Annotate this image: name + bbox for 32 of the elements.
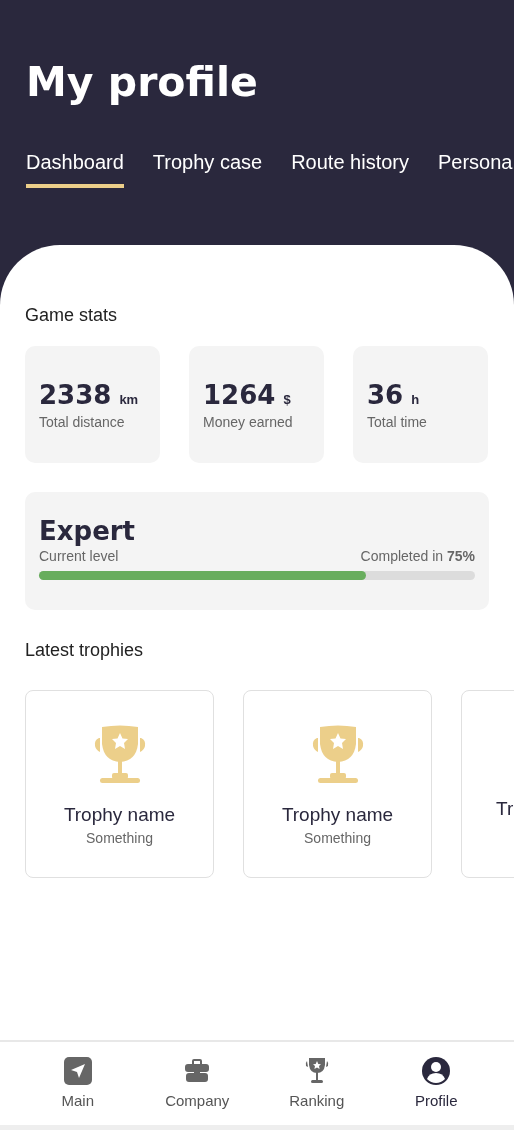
user-avatar-icon — [421, 1056, 452, 1086]
tab[interactable]: Dashboard — [26, 151, 124, 188]
nav-item[interactable]: Ranking — [271, 1042, 362, 1125]
trophy-subtitle: Something — [86, 830, 153, 846]
trophy-subtitle: Something — [304, 830, 371, 846]
stat-value: 2338 — [39, 380, 112, 410]
stat-label: Total time — [367, 414, 427, 430]
trophy-name: Tr — [496, 798, 514, 820]
page-title: My profile — [26, 57, 259, 108]
trophy-card[interactable]: Trophy name Something — [25, 690, 214, 878]
stat-value: 1264 — [203, 380, 276, 410]
trophy-card[interactable]: Tr — [461, 690, 514, 878]
level-caption: Current level — [39, 548, 119, 564]
tab[interactable]: Persona — [438, 151, 513, 188]
tab[interactable]: Route history — [291, 151, 409, 188]
nav-item[interactable]: Profile — [391, 1042, 482, 1125]
section-heading: Latest trophies — [25, 640, 145, 661]
trophy-name: Trophy name — [63, 804, 176, 826]
trophy-card[interactable]: Trophy name Something — [243, 690, 432, 878]
section-heading: Game stats — [25, 305, 119, 326]
stat-unit: $ — [283, 392, 291, 407]
stat-unit: km — [119, 392, 139, 407]
stat-label: Total distance — [39, 414, 125, 430]
nav-item[interactable]: Main — [32, 1042, 123, 1125]
nav-item[interactable]: Company — [152, 1042, 243, 1125]
stat-label: Money earned — [203, 414, 293, 430]
stat-value: 36 — [367, 380, 404, 410]
progress-text: Completed in 75% — [360, 548, 475, 564]
level-name: Expert — [39, 516, 136, 546]
trophy-name: Trophy name — [281, 804, 394, 826]
tab[interactable]: Trophy case — [152, 151, 263, 188]
stat-unit: h — [411, 392, 420, 407]
